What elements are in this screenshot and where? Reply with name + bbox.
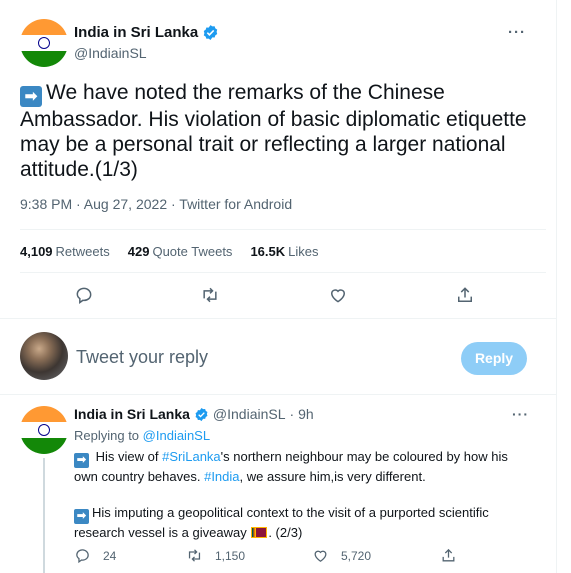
author-avatar[interactable]: [20, 19, 68, 67]
thread-line: [43, 458, 45, 573]
right-arrow-emoji-icon: ➡: [74, 453, 89, 468]
share-icon: [442, 548, 455, 562]
india-flag-icon: [20, 19, 68, 67]
reply-author-name[interactable]: India in Sri Lanka: [74, 406, 190, 422]
retweet-action[interactable]: 1,150: [186, 547, 245, 564]
verified-badge-icon: [203, 25, 218, 40]
hashtag-srilanka-link[interactable]: #SriLanka: [162, 449, 221, 464]
share-icon[interactable]: [455, 285, 477, 307]
reply-paragraph-2: ➡ His imputing a geopolitical context to …: [74, 505, 489, 540]
reply-icon[interactable]: [74, 285, 96, 307]
retweet-icon[interactable]: [200, 285, 222, 307]
like-count: 5,720: [341, 548, 372, 563]
india-flag-icon: [20, 406, 68, 454]
more-options-icon[interactable]: ···: [508, 24, 526, 41]
more-options-icon[interactable]: ···: [512, 406, 529, 422]
author-name-text[interactable]: India in Sri Lanka: [74, 24, 198, 41]
reply-button[interactable]: Reply: [461, 342, 527, 375]
like-icon: [314, 550, 327, 562]
tweet-thread: India in Sri Lanka @IndiainSL ··· ➡ We ha…: [0, 0, 557, 573]
reply-action[interactable]: 24: [74, 547, 116, 564]
divider: [0, 318, 557, 319]
right-arrow-emoji-icon: ➡: [20, 86, 42, 107]
reply-paragraph-1: ➡ His view of #SriLanka's northern neigh…: [74, 449, 508, 484]
tweet-actions: [0, 285, 557, 309]
tweet-text-body: We have noted the remarks of the Chinese…: [20, 81, 527, 181]
divider: [20, 272, 546, 273]
user-photo-icon: [20, 332, 68, 380]
retweets-stat[interactable]: 4,109 Retweets: [20, 244, 110, 259]
user-avatar[interactable]: [20, 332, 68, 380]
tweet-text: ➡ We have noted the remarks of the Chines…: [20, 80, 540, 182]
retweet-count: 1,150: [215, 548, 246, 563]
reply-tweet-header: India in Sri Lanka @IndiainSL · 9h: [74, 406, 314, 422]
retweet-icon: [188, 549, 201, 562]
divider: [0, 394, 557, 395]
sri-lanka-flag-icon: [251, 527, 268, 538]
share-action[interactable]: [440, 547, 457, 564]
reply-author-avatar[interactable]: [20, 406, 68, 454]
right-arrow-emoji-icon: ➡: [74, 509, 89, 524]
hashtag-india-link[interactable]: #India: [204, 469, 239, 484]
replying-to: Replying to @IndiainSL: [74, 428, 211, 443]
reply-time[interactable]: · 9h: [290, 406, 314, 422]
likes-stat[interactable]: 16.5K Likes: [250, 244, 318, 259]
tweet-timestamp[interactable]: 9:38 PM · Aug 27, 2022 · Twitter for And…: [20, 196, 292, 212]
like-action[interactable]: 5,720: [312, 547, 371, 564]
like-icon[interactable]: [328, 285, 350, 307]
reply-icon: [76, 549, 89, 564]
quote-tweets-stat[interactable]: 429 Quote Tweets: [128, 244, 233, 259]
page-edge: [557, 0, 571, 573]
verified-badge-icon: [195, 407, 208, 421]
tweet-stats: 4,109 Retweets 429 Quote Tweets 16.5K Likes: [20, 244, 319, 259]
reply-tweet-actions: 24 1,150 5,720: [74, 547, 534, 567]
author-handle[interactable]: @IndiainSL: [74, 45, 147, 61]
reply-author-handle[interactable]: @IndiainSL: [213, 406, 286, 422]
reply-count: 24: [103, 548, 117, 563]
author-name[interactable]: India in Sri Lanka: [74, 24, 219, 41]
reply-tweet-text: ➡ His view of #SriLanka's northern neigh…: [74, 448, 534, 542]
reply-input[interactable]: Tweet your reply: [76, 347, 208, 368]
replying-to-handle-link[interactable]: @IndiainSL: [143, 428, 210, 443]
divider: [20, 229, 546, 230]
